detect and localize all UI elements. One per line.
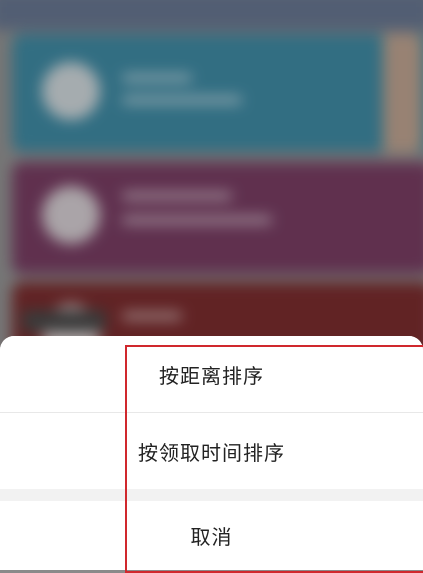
- sort-by-distance-option[interactable]: 按距离排序: [0, 336, 423, 412]
- section-gap: [0, 489, 423, 501]
- action-sheet: 按距离排序 按领取时间排序 取消: [0, 336, 423, 570]
- sort-by-claim-time-option[interactable]: 按领取时间排序: [0, 413, 423, 489]
- cancel-button[interactable]: 取消: [0, 501, 423, 570]
